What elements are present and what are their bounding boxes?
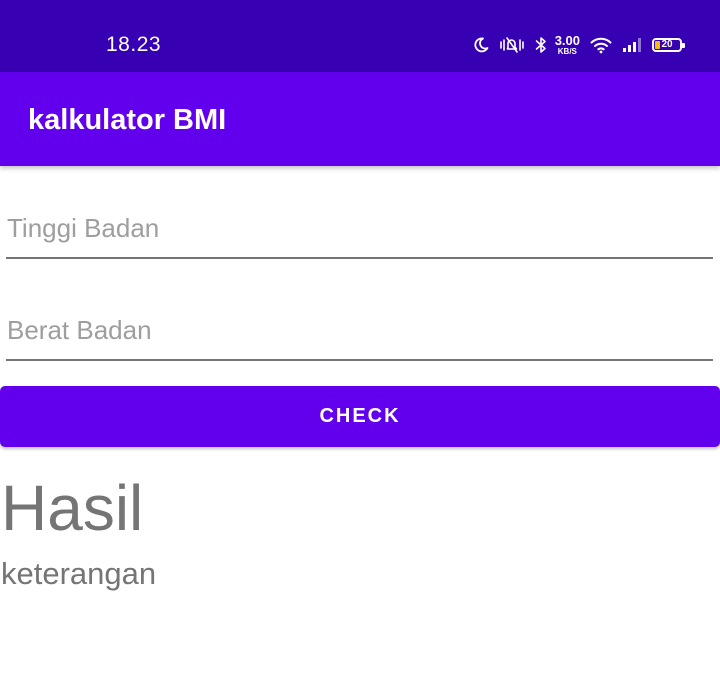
network-speed: 3.00 KB/S <box>554 32 580 56</box>
height-input[interactable] <box>6 199 713 259</box>
battery-level: 20 <box>661 39 673 50</box>
wifi-icon <box>590 36 612 54</box>
battery-icon: 20 <box>652 38 685 52</box>
moon-icon <box>473 37 489 53</box>
status-icons: 3.00 KB/S 20 <box>463 32 685 57</box>
status-time: 18.23 <box>106 33 162 56</box>
bluetooth-icon <box>535 36 547 54</box>
app-title: kalkulator BMI <box>28 104 227 136</box>
network-speed-unit: KB/S <box>557 46 577 56</box>
vibrate-icon <box>499 36 525 54</box>
result-description: keterangan <box>1 556 157 591</box>
signal-icon <box>622 37 642 53</box>
weight-input[interactable] <box>6 301 713 361</box>
check-button[interactable]: CHECK <box>0 386 720 447</box>
network-speed-value: 3.00 <box>554 32 580 48</box>
status-bar: 18.23 3.00 KB/S 20 <box>0 0 720 72</box>
result-title: Hasil <box>1 472 144 544</box>
app-bar: kalkulator BMI <box>0 72 720 166</box>
app-screen: 18.23 3.00 KB/S 20 kalkulator BMI Tinggi… <box>0 0 720 678</box>
